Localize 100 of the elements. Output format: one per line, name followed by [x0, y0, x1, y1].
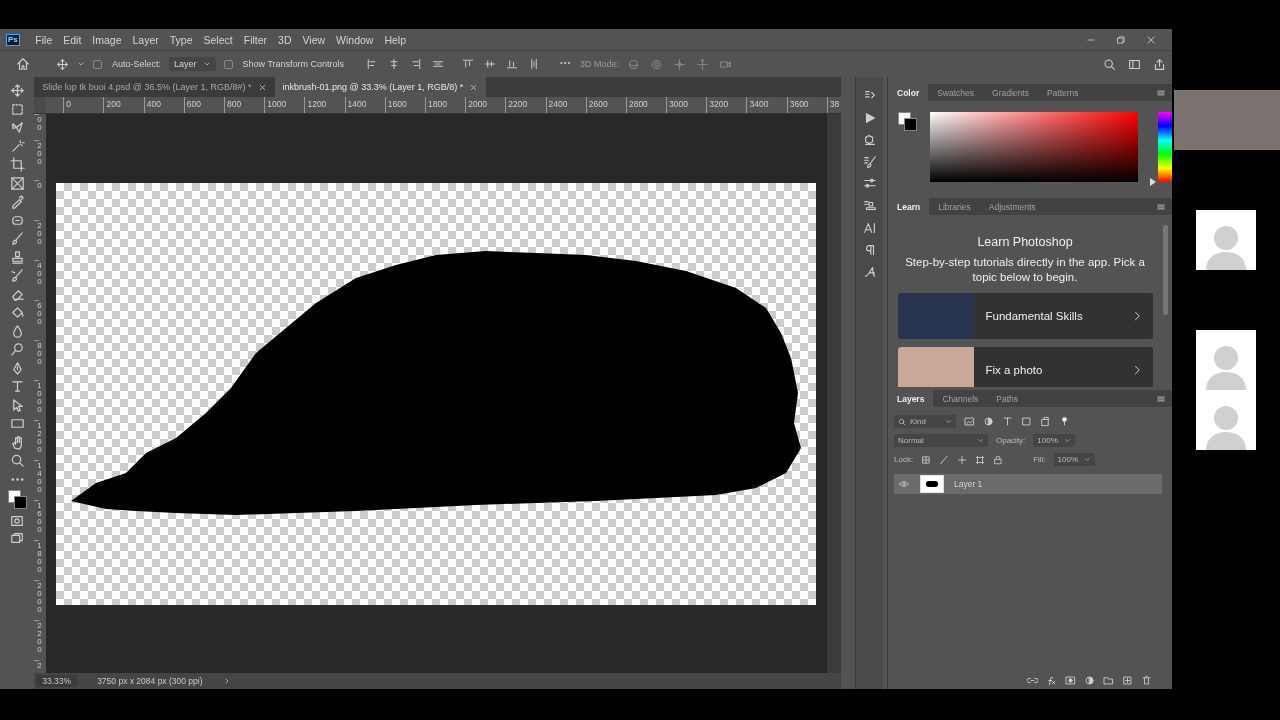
- stamp-tool-icon[interactable]: [9, 249, 25, 265]
- menu-item[interactable]: Select: [198, 33, 239, 46]
- mask-icon[interactable]: [1065, 675, 1076, 686]
- close-icon[interactable]: [469, 82, 479, 92]
- menu-item[interactable]: Filter: [238, 33, 273, 46]
- align-right-icon[interactable]: [410, 58, 423, 70]
- panel-menu-icon[interactable]: [1156, 393, 1166, 404]
- tutorial-card[interactable]: Fix a photo: [897, 347, 1153, 387]
- panel-tab[interactable]: Learn: [888, 198, 930, 215]
- menu-item[interactable]: Image: [86, 33, 127, 46]
- vertical-scrollbar[interactable]: [827, 114, 842, 673]
- panel-tab[interactable]: Color: [888, 84, 929, 101]
- brush-tool-icon[interactable]: [9, 231, 25, 246]
- checkbox[interactable]: [223, 59, 233, 69]
- opacity-field[interactable]: 100%: [1033, 434, 1075, 447]
- close-icon[interactable]: [1146, 34, 1156, 45]
- distribute-icon[interactable]: [432, 58, 445, 70]
- zoom-tool-icon[interactable]: [9, 453, 25, 468]
- trash-icon[interactable]: [1141, 675, 1152, 686]
- menu-item[interactable]: View: [297, 33, 331, 46]
- move-tool-icon[interactable]: [56, 57, 69, 71]
- quick-mask-icon[interactable]: [10, 513, 25, 528]
- color-swatches-icon[interactable]: [6, 490, 29, 510]
- type-tool-icon[interactable]: [9, 379, 25, 394]
- panel-tab[interactable]: Gradients: [983, 84, 1038, 101]
- new-layer-icon[interactable]: [1122, 675, 1133, 686]
- hand-tool-icon[interactable]: [9, 434, 25, 450]
- fill-field[interactable]: 100%: [1053, 453, 1096, 466]
- adjust-sliders-icon[interactable]: [862, 177, 877, 191]
- menu-item[interactable]: Type: [164, 33, 199, 46]
- folder-icon[interactable]: [1103, 675, 1114, 686]
- filter-toggle-icon[interactable]: [1059, 416, 1070, 427]
- tutorial-card[interactable]: Fundamental Skills: [897, 293, 1153, 339]
- align-left-icon[interactable]: [366, 58, 379, 70]
- character-panel-icon[interactable]: [862, 221, 877, 235]
- app-logo[interactable]: Ps: [6, 33, 20, 46]
- color-field[interactable]: [930, 112, 1138, 182]
- eyedropper-icon[interactable]: [9, 194, 25, 209]
- lock-artboard-icon[interactable]: [975, 454, 986, 465]
- filter-dropdown[interactable]: Kind: [894, 415, 956, 428]
- lock-pixels-icon[interactable]: [921, 454, 932, 465]
- menu-item[interactable]: Help: [378, 33, 412, 46]
- move-tool-icon[interactable]: [9, 83, 25, 98]
- menu-item[interactable]: Layer: [127, 33, 165, 46]
- paint-bucket-icon[interactable]: [9, 305, 25, 320]
- menu-item[interactable]: File: [29, 33, 58, 46]
- document-tab[interactable]: inkbrush-01.png @ 33.3% (Layer 1, RGB/8) *: [274, 77, 487, 97]
- panel-tab[interactable]: Patterns: [1037, 84, 1088, 101]
- restore-icon[interactable]: [1116, 34, 1126, 45]
- home-icon[interactable]: [16, 57, 30, 71]
- layer-row[interactable]: Layer 1: [894, 474, 1162, 494]
- align-top-icon[interactable]: [462, 58, 475, 70]
- menu-item[interactable]: 3D: [272, 33, 297, 46]
- align-bottom-icon[interactable]: [506, 58, 519, 70]
- smart-object-filter-icon[interactable]: [1040, 416, 1051, 427]
- clone-source-icon[interactable]: [862, 199, 877, 213]
- menu-item[interactable]: Edit: [57, 33, 87, 46]
- fx-icon[interactable]: [1046, 675, 1057, 686]
- panel-tab[interactable]: Libraries: [929, 198, 980, 215]
- panel-tab[interactable]: Layers: [888, 390, 934, 407]
- target-dropdown[interactable]: Layer: [169, 57, 216, 71]
- lock-all-icon[interactable]: [993, 454, 1004, 465]
- scrollbar[interactable]: [1163, 225, 1168, 315]
- align-center-icon[interactable]: [388, 58, 401, 70]
- close-icon[interactable]: [257, 82, 267, 92]
- checkbox[interactable]: [93, 59, 102, 69]
- rectangle-tool-icon[interactable]: [9, 416, 25, 431]
- caret-icon[interactable]: [77, 60, 85, 68]
- pixel-filter-icon[interactable]: [964, 416, 975, 427]
- brush-settings-icon[interactable]: [862, 155, 877, 169]
- shape-filter-icon[interactable]: [1021, 416, 1032, 427]
- screen-mode-icon[interactable]: [10, 531, 25, 545]
- panel-menu-icon[interactable]: [1156, 87, 1166, 98]
- lasso-tool-icon[interactable]: [9, 120, 25, 135]
- frame-tool-icon[interactable]: [9, 175, 25, 191]
- history-brush-icon[interactable]: [9, 268, 25, 283]
- search-icon[interactable]: [1103, 57, 1116, 71]
- lock-brush-icon[interactable]: [939, 454, 950, 465]
- menu-item[interactable]: Window: [330, 33, 379, 46]
- share-icon[interactable]: [1153, 57, 1166, 71]
- glyphs-panel-icon[interactable]: [862, 265, 877, 279]
- cube-3d-icon[interactable]: [862, 133, 877, 147]
- adjustment-layer-icon[interactable]: [1084, 675, 1095, 686]
- panel-tab[interactable]: Paths: [987, 390, 1028, 407]
- slider-thumb[interactable]: [1150, 178, 1156, 186]
- magic-wand-icon[interactable]: [9, 138, 25, 154]
- panel-tab[interactable]: Swatches: [928, 84, 984, 101]
- crop-tool-icon[interactable]: [9, 157, 25, 172]
- panel-tab[interactable]: Channels: [933, 390, 988, 407]
- blend-mode-dropdown[interactable]: Normal: [894, 434, 988, 447]
- lock-position-icon[interactable]: [957, 454, 968, 465]
- workspace-icon[interactable]: [1128, 57, 1141, 71]
- link-icon[interactable]: [1027, 675, 1038, 686]
- marquee-tool-icon[interactable]: [9, 101, 25, 117]
- panel-tab[interactable]: Adjustments: [979, 198, 1045, 215]
- panel-menu-icon[interactable]: [1156, 201, 1166, 212]
- adjustment-filter-icon[interactable]: [983, 416, 994, 427]
- type-filter-icon[interactable]: [1002, 416, 1013, 427]
- dodge-tool-icon[interactable]: [9, 342, 25, 357]
- align-middle-icon[interactable]: [484, 58, 497, 70]
